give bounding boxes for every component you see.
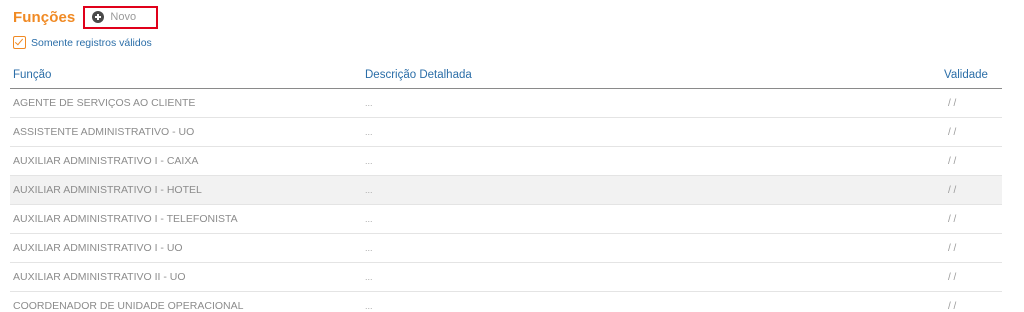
column-header-validade[interactable]: Validade (944, 69, 1002, 81)
column-header-descricao[interactable]: Descrição Detalhada (365, 69, 944, 81)
table-row[interactable]: AUXILIAR ADMINISTRATIVO I - HOTEL ... / … (10, 176, 1002, 205)
column-header-funcao[interactable]: Função (10, 69, 365, 81)
cell-validade: / / (948, 213, 957, 225)
plus-circle-icon (92, 11, 105, 23)
cell-funcao: COORDENADOR DE UNIDADE OPERACIONAL (13, 300, 244, 312)
cell-validade: / / (948, 242, 957, 254)
cell-descricao: ... (365, 98, 373, 108)
table-row[interactable]: AUXILIAR ADMINISTRATIVO I - UO ... / / (10, 234, 1002, 263)
cell-descricao: ... (365, 127, 373, 137)
table-row[interactable]: COORDENADOR DE UNIDADE OPERACIONAL ... /… (10, 292, 1002, 312)
new-button[interactable]: Novo (83, 5, 159, 29)
cell-funcao: AUXILIAR ADMINISTRATIVO I - HOTEL (13, 184, 202, 196)
cell-descricao: ... (365, 272, 373, 282)
cell-descricao: ... (365, 243, 373, 253)
cell-validade: / / (948, 184, 957, 196)
cell-funcao: AGENTE DE SERVIÇOS AO CLIENTE (13, 97, 196, 109)
cell-descricao: ... (365, 156, 373, 166)
cell-validade: / / (948, 271, 957, 283)
cell-descricao: ... (365, 185, 373, 195)
page-title: Funções (13, 8, 76, 26)
cell-funcao: AUXILIAR ADMINISTRATIVO I - TELEFONISTA (13, 213, 238, 225)
cell-funcao: AUXILIAR ADMINISTRATIVO II - UO (13, 271, 186, 283)
valid-records-filter[interactable]: Somente registros válidos (13, 36, 152, 49)
page-header: Funções Novo (13, 3, 159, 31)
cell-validade: / / (948, 300, 957, 312)
cell-validade: / / (948, 97, 957, 109)
cell-validade: / / (948, 155, 957, 167)
new-button-label: Novo (110, 11, 137, 23)
cell-descricao: ... (365, 214, 373, 224)
table-header: Função Descrição Detalhada Validade (10, 62, 1002, 89)
valid-records-checkbox[interactable] (13, 36, 26, 49)
cell-descricao: ... (365, 301, 373, 311)
table-row[interactable]: AUXILIAR ADMINISTRATIVO I - CAIXA ... / … (10, 147, 1002, 176)
table-row[interactable]: ASSISTENTE ADMINISTRATIVO - UO ... / / (10, 118, 1002, 147)
cell-validade: / / (948, 126, 957, 138)
page: Funções Novo Somente registros válidos F… (0, 0, 1024, 312)
cell-funcao: AUXILIAR ADMINISTRATIVO I - UO (13, 242, 183, 254)
table-row[interactable]: AGENTE DE SERVIÇOS AO CLIENTE ... / / (10, 89, 1002, 118)
functions-table: Função Descrição Detalhada Validade AGEN… (10, 62, 1002, 312)
table-row[interactable]: AUXILIAR ADMINISTRATIVO I - TELEFONISTA … (10, 205, 1002, 234)
table-row[interactable]: AUXILIAR ADMINISTRATIVO II - UO ... / / (10, 263, 1002, 292)
cell-funcao: ASSISTENTE ADMINISTRATIVO - UO (13, 126, 195, 138)
cell-funcao: AUXILIAR ADMINISTRATIVO I - CAIXA (13, 155, 199, 167)
valid-records-label: Somente registros válidos (31, 36, 152, 49)
